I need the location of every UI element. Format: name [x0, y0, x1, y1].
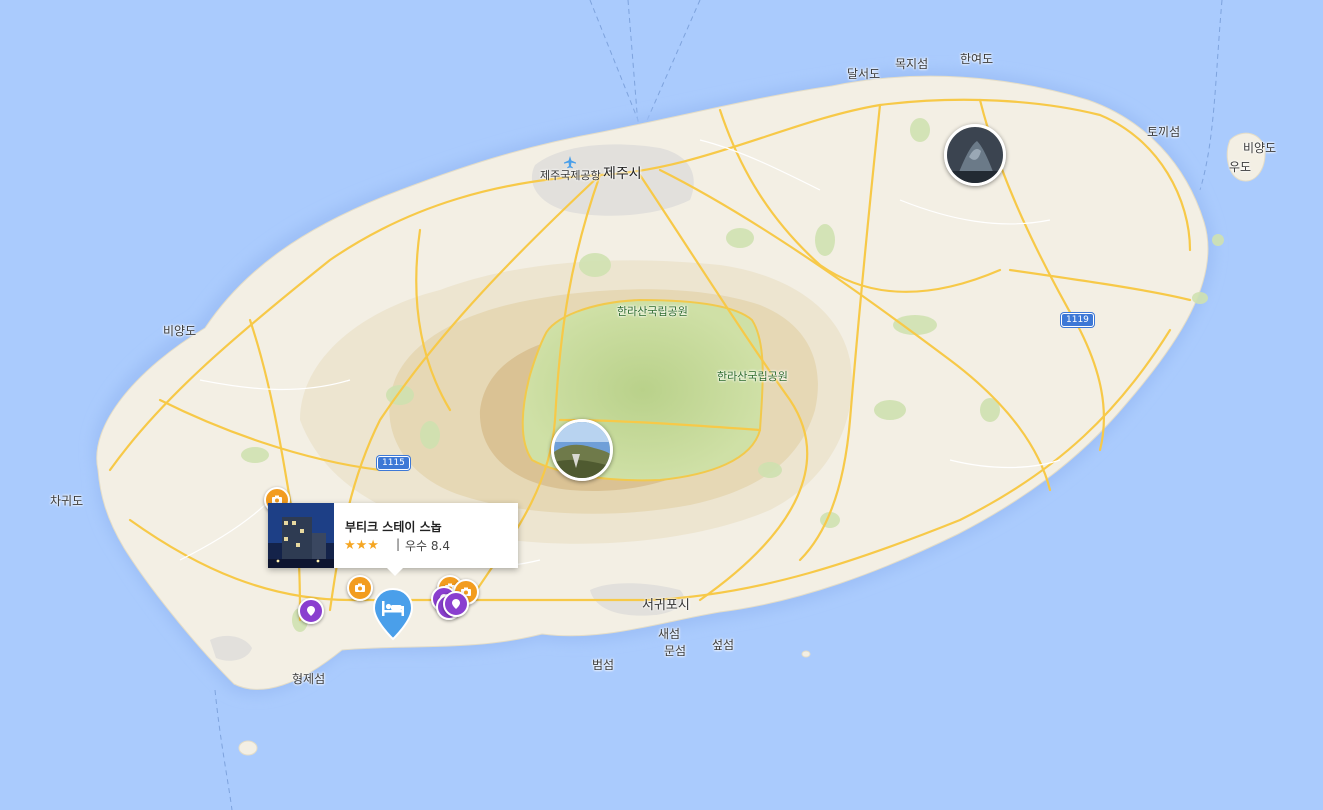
label-beomseom: 범섬: [592, 658, 615, 672]
road-shield-1119: 1119: [1061, 313, 1094, 327]
label-jeju-airport: 제주국제공항: [540, 169, 601, 182]
camera-icon: [355, 583, 365, 592]
label-hyeongjeseom: 형제섬: [292, 672, 326, 686]
label-hallasan-park-east: 한라산국립공원: [717, 370, 788, 383]
label-biyangdo-west: 비양도: [163, 324, 197, 338]
landmark-pin-icon: [452, 599, 460, 609]
hotel-name: 부티크 스테이 스놉: [345, 520, 442, 534]
attraction-pin[interactable]: [298, 598, 324, 624]
road-shield-1115: 1115: [377, 456, 410, 470]
attraction-pin[interactable]: [443, 591, 469, 617]
label-seogwipo-city: 서귀포시: [642, 598, 690, 613]
label-mokjiseom: 목지섬: [895, 57, 929, 71]
bed-icon: [372, 587, 414, 641]
hotel-info-popup[interactable]: 부티크 스테이 스놉 ★★★ | 우수 8.4: [268, 503, 518, 576]
landscape-photo-icon: [947, 127, 1003, 183]
map-canvas[interactable]: [0, 0, 1323, 810]
landmark-pin-icon: [307, 606, 315, 616]
photo-marker-hallasan[interactable]: [551, 419, 613, 481]
label-chagwido: 차귀도: [50, 494, 84, 508]
label-seopseom: 섶섬: [712, 638, 735, 652]
camera-pin[interactable]: [347, 575, 373, 601]
label-udo: 우도: [1229, 160, 1252, 174]
label-munseom: 문섬: [664, 644, 687, 658]
selected-hotel-pin[interactable]: [372, 587, 414, 641]
label-tokkiseom: 토끼섬: [1147, 125, 1181, 139]
hotel-thumbnail: [268, 503, 334, 568]
label-jeju-city: 제주시: [603, 166, 642, 182]
rating-separator: |: [396, 537, 401, 551]
hotel-star-rating: ★★★: [344, 538, 379, 553]
label-hallasan-park-north: 한라산국립공원: [617, 305, 688, 318]
hotel-review-score: 우수 8.4: [405, 539, 450, 553]
label-hanyeodo: 한여도: [960, 52, 994, 66]
label-dalseodo: 달서도: [847, 67, 881, 81]
landscape-photo-icon: [554, 422, 610, 478]
label-biyangdo-east: 비양도: [1243, 141, 1277, 155]
label-saeseom: 새섬: [658, 627, 681, 641]
photo-marker-seongsan[interactable]: [944, 124, 1006, 186]
